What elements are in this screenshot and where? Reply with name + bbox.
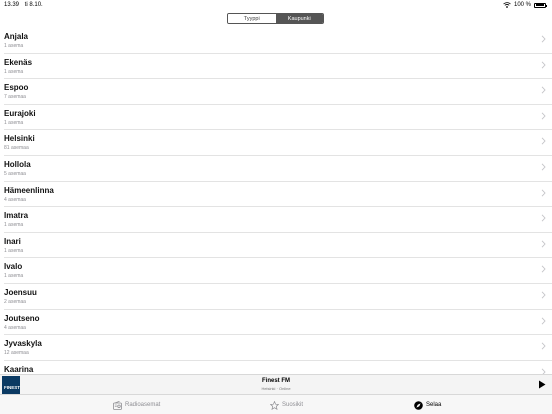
station-count: 12 asemaa <box>4 350 29 357</box>
list-item[interactable]: Eurajoki 1 asema <box>4 105 552 131</box>
chevron-right-icon <box>541 35 546 43</box>
list-item[interactable]: Ivalo 1 asema <box>4 258 552 284</box>
city-name: Jyvaskyla <box>4 339 42 349</box>
city-name: Espoo <box>4 83 29 93</box>
city-name: Helsinki <box>4 134 35 144</box>
city-name: Imatra <box>4 211 29 221</box>
station-count: 5 asemaa <box>4 170 26 177</box>
chevron-right-icon <box>541 86 546 94</box>
list-item[interactable]: Inari 1 asema <box>4 233 552 259</box>
now-playing-title: Finest FM <box>262 378 290 384</box>
chevron-right-icon <box>541 112 546 120</box>
station-count: 4 asemaa <box>4 324 26 331</box>
tab-selaa[interactable]: Selaa <box>414 400 441 410</box>
list-item[interactable]: Helsinki 81 asemaa <box>4 130 552 156</box>
chevron-right-icon <box>541 342 546 350</box>
station-count: 7 asemaa <box>4 94 26 101</box>
city-name: Eurajoki <box>4 108 36 118</box>
list-item[interactable]: Jyvaskyla 12 asemaa <box>4 335 552 361</box>
list-item[interactable]: Ekenäs 1 asema <box>4 54 552 80</box>
status-bar: 13.39 ti 8.10. 100 % <box>0 0 552 10</box>
station-count: 1 asema <box>4 222 24 229</box>
city-name: Anjala <box>4 32 29 41</box>
now-playing-bar[interactable]: FINEST Finest FM Helsinki · Online <box>0 374 552 394</box>
city-name: Joutseno <box>4 313 40 323</box>
chevron-right-icon <box>541 189 546 197</box>
chevron-right-icon <box>541 137 546 145</box>
tab-label: Suosikit <box>282 402 304 408</box>
station-count: 1 asema <box>4 119 24 126</box>
city-list[interactable]: Anjala 1 asema Ekenäs 1 asema Espoo 7 asemaa E… <box>0 28 552 374</box>
chevron-right-icon <box>541 61 546 69</box>
tab-bar: Radioasemat Suosikit Selaa <box>0 394 552 414</box>
station-count: 2 asemaa <box>4 298 26 305</box>
status-date: ti 8.10. <box>24 2 43 8</box>
segment-kaupunki[interactable]: Kaupunki <box>275 14 323 23</box>
city-name: Ivalo <box>4 262 23 272</box>
chevron-right-icon <box>541 240 546 248</box>
city-name: Ekenäs <box>4 57 33 67</box>
tab-suosikit[interactable]: Suosikit <box>270 400 303 410</box>
station-count: 1 asema <box>4 68 24 75</box>
segment-tyyppi[interactable]: Tyyppi <box>228 14 276 23</box>
compass-icon <box>414 400 423 410</box>
list-item[interactable]: Imatra 1 asema <box>4 207 552 233</box>
status-time: 13.39 <box>4 2 20 8</box>
view-segmented-control[interactable]: Tyyppi Kaupunki <box>227 13 324 24</box>
battery-icon <box>534 2 547 8</box>
station-count: 1 asema <box>4 273 24 280</box>
tab-label: Selaa <box>426 402 442 408</box>
now-playing-subtitle: Helsinki · Online <box>261 386 291 391</box>
tab-radioasemat[interactable]: Radioasemat <box>113 400 160 410</box>
chevron-right-icon <box>541 163 546 171</box>
city-name: Hollola <box>4 159 31 169</box>
list-item[interactable]: Espoo 7 asemaa <box>4 79 552 105</box>
station-count: 1 asema <box>4 247 24 254</box>
city-name: Inari <box>4 236 21 246</box>
list-item[interactable]: Hämeenlinna 4 asemaa <box>4 182 552 208</box>
radio-icon <box>113 400 122 410</box>
city-name: Kaarina <box>4 364 34 374</box>
list-item[interactable]: Kaarina <box>4 361 552 374</box>
list-item[interactable]: Joutseno 4 asemaa <box>4 310 552 336</box>
star-icon <box>270 400 279 410</box>
chevron-right-icon <box>541 291 546 299</box>
station-count: 4 asemaa <box>4 196 26 203</box>
station-count: 81 asemaa <box>4 145 29 152</box>
chevron-right-icon <box>541 265 546 273</box>
chevron-right-icon <box>541 214 546 222</box>
play-icon[interactable] <box>538 380 546 389</box>
city-name: Hämeenlinna <box>4 185 54 195</box>
list-item[interactable]: Anjala 1 asema <box>4 28 552 54</box>
tab-label: Radioasemat <box>125 402 161 408</box>
city-name: Joensuu <box>4 287 37 297</box>
list-item[interactable]: Hollola 5 asemaa <box>4 156 552 182</box>
chevron-right-icon <box>541 317 546 325</box>
wifi-icon <box>503 2 511 8</box>
battery-percent: 100 % <box>513 2 531 8</box>
station-count: 1 asema <box>4 43 24 49</box>
list-item[interactable]: Joensuu 2 asemaa <box>4 284 552 310</box>
